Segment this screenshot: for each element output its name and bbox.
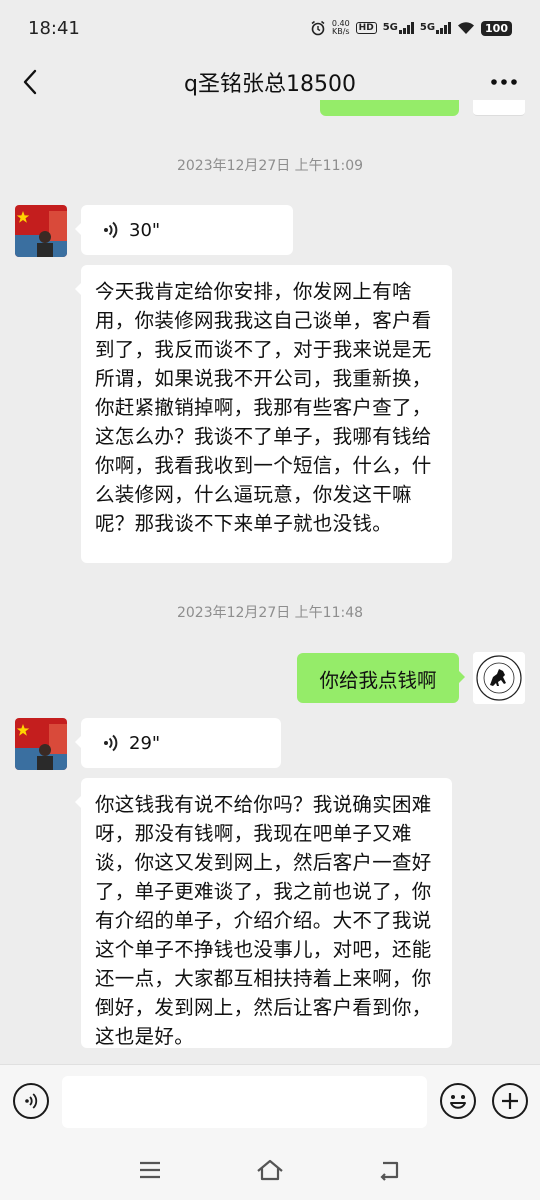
home-button[interactable] [252,1152,288,1188]
avatar-image [15,205,67,257]
status-bar: 18:41 0.40 KB/s HD 5G 5G 100 [0,0,540,56]
received-text-message[interactable]: 今天我肯定给你安排，你发网上有啥用，你装修网我我这自己谈单，客户看到了，我反而谈… [75,265,452,563]
status-time: 18:41 [28,17,80,39]
title-bar: q圣铭张总18500 [0,56,540,108]
input-bar [0,1064,540,1138]
timestamp: 2023年12月27日 上午11:48 [176,605,364,621]
voice-wave-icon [25,1093,38,1109]
voice-input-toggle[interactable] [13,1083,49,1119]
plus-icon [502,1093,518,1109]
more-button[interactable] [486,64,522,100]
back-button[interactable] [12,64,48,100]
voice-duration: 30" [129,219,161,241]
system-nav-bar [0,1138,540,1200]
avatar-image [15,718,67,770]
hd-badge: HD [355,22,377,34]
previous-avatar [473,100,525,116]
sent-text-message[interactable]: 你给我点钱啊 [297,653,465,703]
horse-seal-icon [473,652,525,704]
status-icons: 0.40 KB/s HD 5G 5G 100 [310,20,512,36]
signal-icon [436,22,452,34]
wifi-icon [458,22,475,34]
signal-icon [398,22,414,34]
voice-duration: 29" [129,732,161,754]
emoji-button[interactable] [440,1083,476,1119]
my-avatar[interactable] [473,652,525,704]
message-input[interactable] [62,1076,427,1128]
back-nav-button[interactable] [372,1152,408,1188]
more-dots-icon [491,79,517,85]
voice-message[interactable]: 29" [75,718,281,768]
contact-avatar[interactable] [15,205,67,257]
network-5g-1: 5G [383,22,414,34]
contact-avatar[interactable] [15,718,67,770]
menu-button[interactable] [132,1152,168,1188]
menu-icon [140,1161,160,1179]
home-icon [257,1159,283,1181]
previous-sent-bubble [320,100,459,116]
more-functions-button[interactable] [492,1083,528,1119]
voice-message[interactable]: 30" [75,205,293,255]
message-text: 你这钱我有说不给你吗？我说确实困难呀，那没有钱啊，我现在吧单子又难谈，你这又发到… [95,793,432,1048]
voice-wave-icon [104,734,118,752]
network-5g-2: 5G [420,22,452,34]
timestamp: 2023年12月27日 上午11:09 [176,158,364,174]
voice-wave-icon [104,221,118,239]
smiley-icon [450,1095,466,1109]
alarm-icon [311,20,325,36]
battery-indicator: 100 [481,20,512,36]
message-text: 今天我肯定给你安排，你发网上有啥用，你装修网我我这自己谈单，客户看到了，我反而谈… [95,280,432,535]
chat-title: q圣铭张总18500 [184,72,356,97]
chevron-left-icon [23,69,37,95]
net-speed: 0.40 KB/s [331,19,350,36]
message-text: 你给我点钱啊 [319,668,437,692]
received-text-message[interactable]: 你这钱我有说不给你吗？我说确实困难呀，那没有钱啊，我现在吧单子又难谈，你这又发到… [75,778,452,1048]
back-arrow-icon [380,1161,399,1181]
